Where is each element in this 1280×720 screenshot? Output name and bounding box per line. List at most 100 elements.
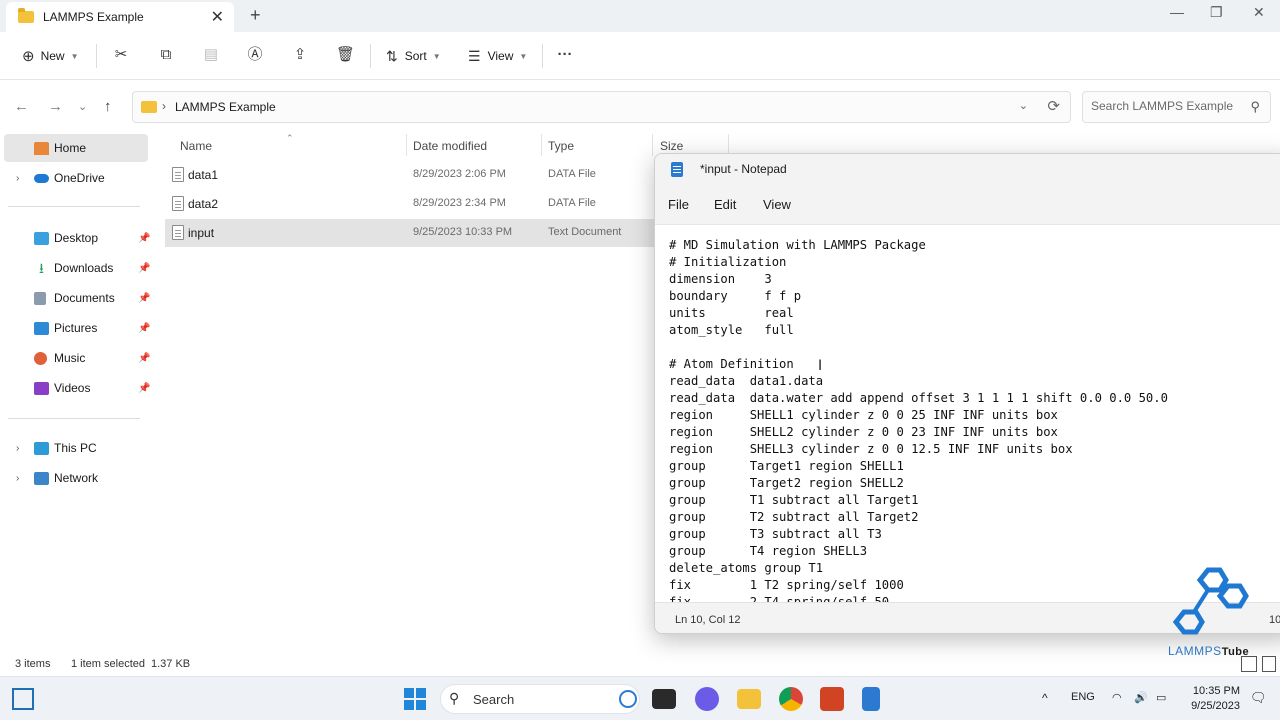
- notepad-icon: [671, 162, 683, 177]
- column-divider[interactable]: [541, 134, 542, 156]
- file-row[interactable]: data1 8/29/2023 2:06 PM DATA File: [165, 161, 665, 189]
- pin-icon[interactable]: 📌: [138, 263, 150, 274]
- maximize-button[interactable]: ❐: [1210, 4, 1223, 21]
- clock-time: 10:35 PM: [1192, 685, 1240, 697]
- battery-icon[interactable]: ▭: [1156, 691, 1166, 704]
- sidebar-item-downloads[interactable]: ⭳ Downloads 📌: [4, 254, 150, 282]
- new-label: New: [40, 49, 65, 63]
- address-bar[interactable]: › LAMMPS Example ⌄ ⟳: [132, 91, 1071, 123]
- system-clock[interactable]: 10:35 PM 9/25/2023: [1188, 684, 1240, 714]
- pin-icon[interactable]: 📌: [138, 233, 150, 244]
- notepad-content[interactable]: # MD Simulation with LAMMPS Package # In…: [669, 237, 1168, 602]
- network-icon: [34, 471, 49, 485]
- file-row[interactable]: data2 8/29/2023 2:34 PM DATA File: [165, 190, 665, 218]
- up-arrow-icon[interactable]: ↑: [104, 98, 112, 115]
- delete-icon[interactable]: 🗑: [336, 46, 355, 64]
- menu-file[interactable]: File: [668, 197, 689, 212]
- expand-chevron-icon[interactable]: ›: [16, 473, 19, 484]
- more-options-icon[interactable]: ···: [556, 46, 574, 64]
- sort-icon: ⇅: [386, 47, 398, 64]
- sidebar-item-this-pc[interactable]: › This PC: [4, 434, 148, 462]
- sidebar-item-videos[interactable]: Videos 📌: [4, 374, 150, 402]
- sidebar-item-desktop[interactable]: Desktop 📌: [4, 224, 150, 252]
- file-name: data1: [188, 168, 219, 182]
- start-windows-icon[interactable]: [404, 688, 426, 710]
- cut-icon[interactable]: ✂: [112, 46, 130, 64]
- share-icon[interactable]: ⇪: [291, 46, 309, 64]
- sidebar-item-music[interactable]: Music 📌: [4, 344, 150, 372]
- new-tab-button[interactable]: +: [250, 5, 261, 26]
- expand-chevron-icon[interactable]: ›: [16, 443, 19, 454]
- sidebar-item-documents[interactable]: Documents 📌: [4, 284, 150, 312]
- tab-title: LAMMPS Example: [43, 10, 144, 24]
- new-button[interactable]: ⊕ New ▼: [22, 45, 79, 67]
- sidebar-item-network[interactable]: › Network: [4, 464, 148, 492]
- zoom-level[interactable]: 100: [1269, 614, 1280, 626]
- file-date: 8/29/2023 2:34 PM: [413, 197, 506, 209]
- notification-icon[interactable]: 🗨: [1250, 690, 1267, 706]
- cloud-icon: [34, 174, 49, 183]
- menu-view[interactable]: View: [763, 197, 791, 212]
- bing-icon[interactable]: [619, 690, 637, 708]
- file-explorer-icon[interactable]: [737, 689, 761, 709]
- folder-icon: [18, 8, 34, 23]
- pin-icon[interactable]: 📌: [138, 353, 150, 364]
- teams-chat-icon[interactable]: [695, 687, 719, 711]
- wifi-icon[interactable]: ◠: [1112, 691, 1122, 704]
- tab-lammps-example[interactable]: LAMMPS Example ✕: [6, 2, 234, 32]
- notepad-taskbar-icon[interactable]: [862, 687, 880, 711]
- column-divider[interactable]: [652, 134, 653, 156]
- column-header-name[interactable]: Name: [180, 139, 212, 153]
- show-hidden-icons-chevron-icon[interactable]: ^: [1042, 691, 1048, 705]
- pin-icon[interactable]: 📌: [138, 323, 150, 334]
- taskbar-search[interactable]: ⚲ Search: [440, 684, 640, 714]
- powerpoint-icon[interactable]: [820, 687, 844, 711]
- column-divider[interactable]: [406, 134, 407, 156]
- copy-icon[interactable]: ⧉: [157, 46, 175, 64]
- rename-icon[interactable]: Ⓐ: [246, 46, 264, 64]
- sort-button[interactable]: ⇅ Sort ▼: [386, 45, 441, 67]
- navigation-pane: Home › OneDrive Desktop 📌 ⭳ Downloads 📌 …: [0, 134, 160, 654]
- sidebar-item-home[interactable]: Home: [4, 134, 148, 162]
- search-box[interactable]: ⚲: [1082, 91, 1271, 123]
- column-header-size[interactable]: Size: [660, 139, 683, 153]
- sidebar-item-label: This PC: [54, 441, 97, 455]
- pin-icon[interactable]: 📌: [138, 383, 150, 394]
- close-window-button[interactable]: ✕: [1253, 4, 1265, 21]
- column-header-type[interactable]: Type: [548, 139, 574, 153]
- task-view-icon[interactable]: [652, 689, 676, 709]
- volume-icon[interactable]: 🔊: [1134, 691, 1148, 704]
- selection-count: 1 item selected: [71, 658, 145, 670]
- toolbar-divider: [96, 44, 97, 68]
- view-button[interactable]: ☰ View ▼: [468, 45, 527, 67]
- search-input[interactable]: [1091, 92, 1241, 120]
- refresh-icon[interactable]: ⟳: [1047, 97, 1060, 115]
- paste-icon[interactable]: ▤: [202, 46, 220, 64]
- menu-edit[interactable]: Edit: [714, 197, 736, 212]
- explorer-status-bar: 3 items 1 item selected 1.37 KB: [0, 654, 1280, 676]
- sidebar-item-pictures[interactable]: Pictures 📌: [4, 314, 150, 342]
- taskbar: ⚲ Search ^ ENG ◠ 🔊 ▭ 10:35 PM 9/25/2023 …: [0, 676, 1280, 720]
- close-tab-icon[interactable]: ✕: [211, 7, 224, 27]
- sidebar-item-onedrive[interactable]: › OneDrive: [4, 164, 148, 192]
- column-header-date-modified[interactable]: Date modified: [413, 139, 487, 153]
- file-row-selected[interactable]: input 9/25/2023 10:33 PM Text Document: [165, 219, 665, 247]
- breadcrumb-current[interactable]: LAMMPS Example: [175, 100, 276, 114]
- notepad-title-bar[interactable]: *input - Notepad: [655, 154, 1280, 184]
- forward-arrow-icon[interactable]: →: [48, 98, 63, 115]
- widgets-icon[interactable]: [12, 688, 34, 710]
- expand-chevron-icon[interactable]: ›: [16, 173, 19, 184]
- view-label: View: [487, 49, 514, 63]
- pin-icon[interactable]: 📌: [138, 293, 150, 304]
- recent-locations-chevron-icon[interactable]: ⌄: [78, 100, 87, 113]
- chrome-icon[interactable]: [779, 687, 803, 711]
- input-language[interactable]: ENG: [1071, 691, 1095, 703]
- address-history-chevron-icon[interactable]: ⌄: [1019, 99, 1028, 112]
- notepad-text-area[interactable]: # MD Simulation with LAMMPS Package # In…: [655, 224, 1280, 602]
- clock-date: 9/25/2023: [1191, 700, 1240, 712]
- toolbar-divider: [370, 44, 371, 68]
- minimize-button[interactable]: —: [1170, 4, 1184, 20]
- sidebar-item-label: Music: [54, 351, 86, 365]
- back-arrow-icon[interactable]: ←: [14, 98, 29, 115]
- chevron-down-icon: ▼: [432, 51, 441, 61]
